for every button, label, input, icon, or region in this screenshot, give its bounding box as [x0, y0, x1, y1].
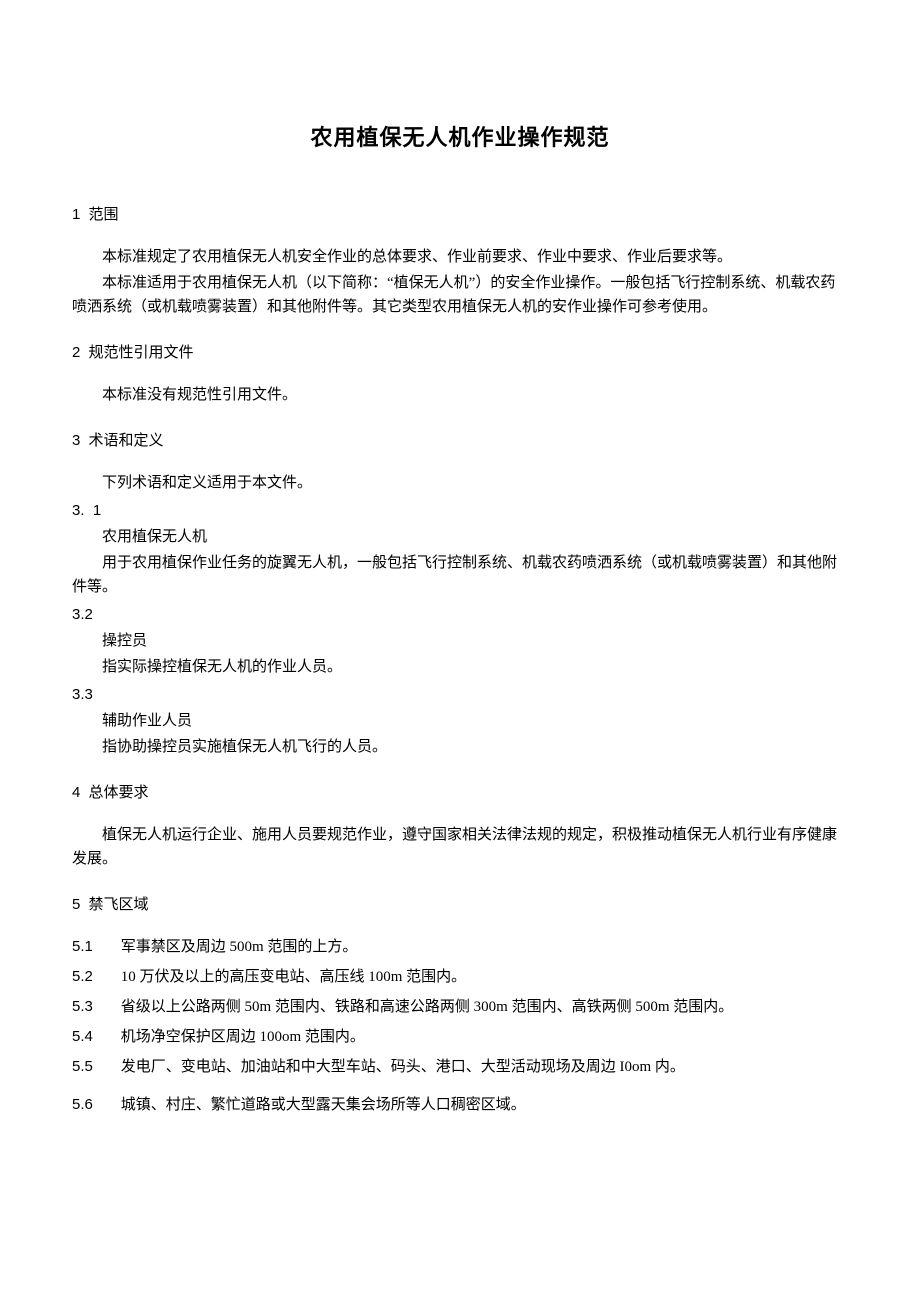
- section-4-text: 总体要求: [89, 784, 149, 801]
- section-5-item-1-num: 5.1: [72, 935, 117, 959]
- section-5-item-6-num: 5.6: [72, 1093, 117, 1117]
- section-3-num: 3: [72, 432, 80, 449]
- section-3-heading: 3 术语和定义: [72, 429, 848, 453]
- section-5-item-1-text: 军事禁区及周边 500m 范围的上方。: [121, 939, 358, 955]
- section-2-heading: 2 规范性引用文件: [72, 341, 848, 365]
- section-2-text: 规范性引用文件: [89, 344, 194, 361]
- section-4-num: 4: [72, 784, 80, 801]
- section-5-heading: 5 禁飞区域: [72, 893, 848, 917]
- term-3-def: 指协助操控员实施植保无人机飞行的人员。: [72, 735, 848, 759]
- term-3-name: 辅助作业人员: [72, 709, 848, 733]
- term-1-def: 用于农用植保作业任务的旋翼无人机，一般包括飞行控制系统、机载农药喷洒系统（或机载…: [72, 551, 848, 599]
- section-3-intro: 下列术语和定义适用于本文件。: [72, 471, 848, 495]
- section-1-num: 1: [72, 206, 80, 223]
- term-2-def: 指实际操控植保无人机的作业人员。: [72, 655, 848, 679]
- term-1-num: 3. 1: [72, 499, 848, 523]
- term-2-name: 操控员: [72, 629, 848, 653]
- section-5-item-4-text: 机场净空保护区周边 100om 范围内。: [121, 1029, 365, 1045]
- section-1-text: 范围: [89, 206, 119, 223]
- section-1-para-1: 本标准规定了农用植保无人机安全作业的总体要求、作业前要求、作业中要求、作业后要求…: [72, 245, 848, 269]
- section-5-item-5-num: 5.5: [72, 1055, 117, 1079]
- section-5-item-4-num: 5.4: [72, 1025, 117, 1049]
- section-5-item-3: 5.3 省级以上公路两侧 50m 范围内、铁路和高速公路两侧 300m 范围内、…: [72, 995, 848, 1019]
- term-2-num: 3.2: [72, 603, 848, 627]
- section-5-item-1: 5.1 军事禁区及周边 500m 范围的上方。: [72, 935, 848, 959]
- section-5-item-5-text: 发电厂、变电站、加油站和中大型车站、码头、港口、大型活动现场及周边 I0om 内…: [121, 1059, 685, 1075]
- section-5-item-3-num: 5.3: [72, 995, 117, 1019]
- section-5-item-2-text: 10 万伏及以上的高压变电站、高压线 100m 范围内。: [121, 969, 466, 985]
- term-1-name: 农用植保无人机: [72, 525, 848, 549]
- section-3-text: 术语和定义: [89, 432, 164, 449]
- section-5-item-2: 5.2 10 万伏及以上的高压变电站、高压线 100m 范围内。: [72, 965, 848, 989]
- section-1-heading: 1 范围: [72, 203, 848, 227]
- section-5-item-4: 5.4 机场净空保护区周边 100om 范围内。: [72, 1025, 848, 1049]
- section-1-para-2: 本标准适用于农用植保无人机（以下简称：“植保无人机”）的安全作业操作。一般包括飞…: [72, 271, 848, 319]
- section-5-text: 禁飞区域: [89, 896, 149, 913]
- section-5-num: 5: [72, 896, 80, 913]
- section-5-item-5: 5.5 发电厂、变电站、加油站和中大型车站、码头、港口、大型活动现场及周边 I0…: [72, 1055, 848, 1079]
- section-5-item-6-text: 城镇、村庄、繁忙道路或大型露天集会场所等人口稠密区域。: [121, 1097, 526, 1113]
- section-2-num: 2: [72, 344, 80, 361]
- term-3-num: 3.3: [72, 683, 848, 707]
- section-2-para-1: 本标准没有规范性引用文件。: [72, 383, 848, 407]
- section-5-item-3-text: 省级以上公路两侧 50m 范围内、铁路和高速公路两侧 300m 范围内、高铁两侧…: [121, 999, 734, 1015]
- section-5-item-2-num: 5.2: [72, 965, 117, 989]
- section-5-item-6: 5.6 城镇、村庄、繁忙道路或大型露天集会场所等人口稠密区域。: [72, 1093, 848, 1117]
- section-4-heading: 4 总体要求: [72, 781, 848, 805]
- document-title: 农用植保无人机作业操作规范: [72, 120, 848, 155]
- section-4-para-1: 植保无人机运行企业、施用人员要规范作业，遵守国家相关法律法规的规定，积极推动植保…: [72, 823, 848, 871]
